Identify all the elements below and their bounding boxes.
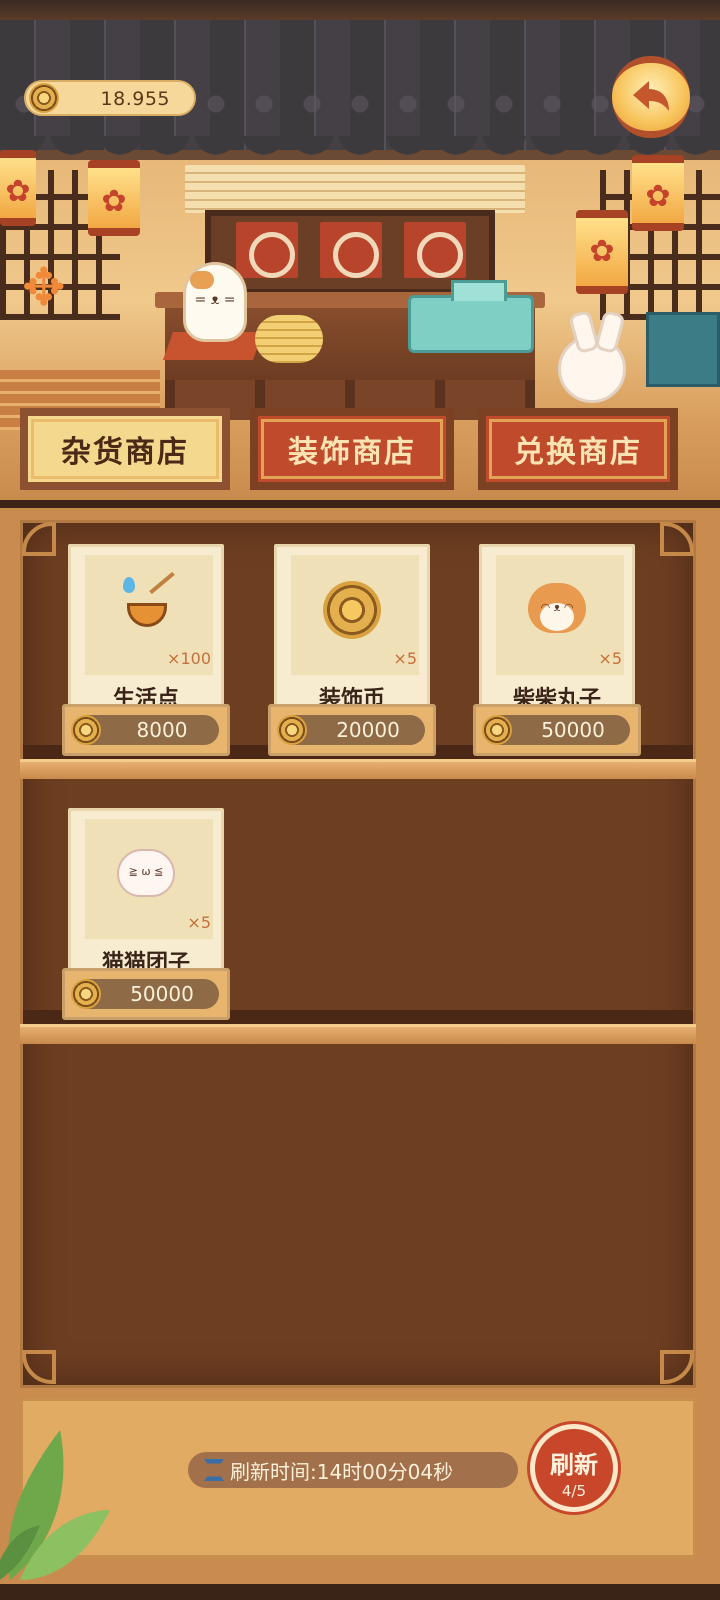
price-plate: 50000 [62, 968, 230, 1020]
lantern [0, 150, 36, 226]
item-quantity: ×5 [187, 913, 211, 932]
coin-balance: 18.955 [24, 80, 196, 116]
item-price: 50000 [130, 982, 194, 1006]
lantern [632, 155, 684, 231]
back-button[interactable] [612, 56, 690, 138]
tab-exchange[interactable]: 兑换商店 [478, 408, 678, 490]
noodle-bowl-icon [113, 571, 179, 643]
coin-icon [482, 715, 512, 745]
shelf-board [20, 759, 696, 779]
shelf-board [20, 1024, 696, 1044]
coin-icon [277, 715, 307, 745]
hourglass-icon [204, 1459, 224, 1481]
tab-decor[interactable]: 装饰商店 [250, 408, 454, 490]
pinwheel-icon: ✥ [22, 258, 66, 318]
shiba-dumpling-icon: ◠ ᴥ ◠ [524, 577, 590, 643]
lantern [88, 160, 140, 236]
item-price: 20000 [336, 718, 400, 742]
item-price: 50000 [541, 718, 605, 742]
refresh-button[interactable]: 刷新 4/5 [530, 1424, 618, 1512]
refresh-count: 4/5 [561, 1482, 587, 1500]
lantern [576, 210, 628, 294]
item-quantity: ×100 [167, 649, 211, 668]
coin-icon [29, 83, 59, 113]
cat-dumpling-icon: ≧ ω ≦ [113, 841, 179, 907]
shop-item-shiba-dumpling[interactable]: ◠ ᴥ ◠ ×5 柴柴丸子 50000 [473, 544, 641, 758]
tab-grocery[interactable]: 杂货商店 [20, 408, 230, 490]
item-price: 8000 [136, 718, 188, 742]
decor-coin-icon [319, 577, 385, 643]
cash-register-icon [408, 280, 534, 353]
price-plate: 50000 [473, 704, 641, 756]
lucky-cat-icon: = ᴥ = [183, 262, 247, 342]
price-plate: 20000 [268, 704, 436, 756]
storage-box [646, 312, 720, 387]
coin-icon [71, 715, 101, 745]
leaf-decoration-icon [0, 1430, 110, 1580]
item-quantity: ×5 [598, 649, 622, 668]
refresh-timer-text: 刷新时间:14时00分04秒 [230, 1459, 454, 1484]
shop-item-decor-coin[interactable]: ×5 装饰币 20000 [268, 544, 436, 758]
shop-item-life-points[interactable]: ×100 生活点 8000 [62, 544, 230, 758]
refresh-label: 刷新 [550, 1451, 598, 1479]
back-arrow-icon [633, 81, 669, 111]
shop-item-cat-dumpling[interactable]: ≧ ω ≦ ×5 猫猫团子 50000 [62, 808, 230, 1022]
blinds [185, 165, 525, 213]
coin-icon [71, 979, 101, 1009]
refresh-timer: 刷新时间:14时00分04秒 [188, 1452, 518, 1488]
bunny-mascot-icon [558, 335, 626, 403]
cookies-icon [255, 315, 323, 363]
coin-balance-value: 18.955 [100, 88, 170, 110]
price-plate: 8000 [62, 704, 230, 756]
item-quantity: ×5 [393, 649, 417, 668]
